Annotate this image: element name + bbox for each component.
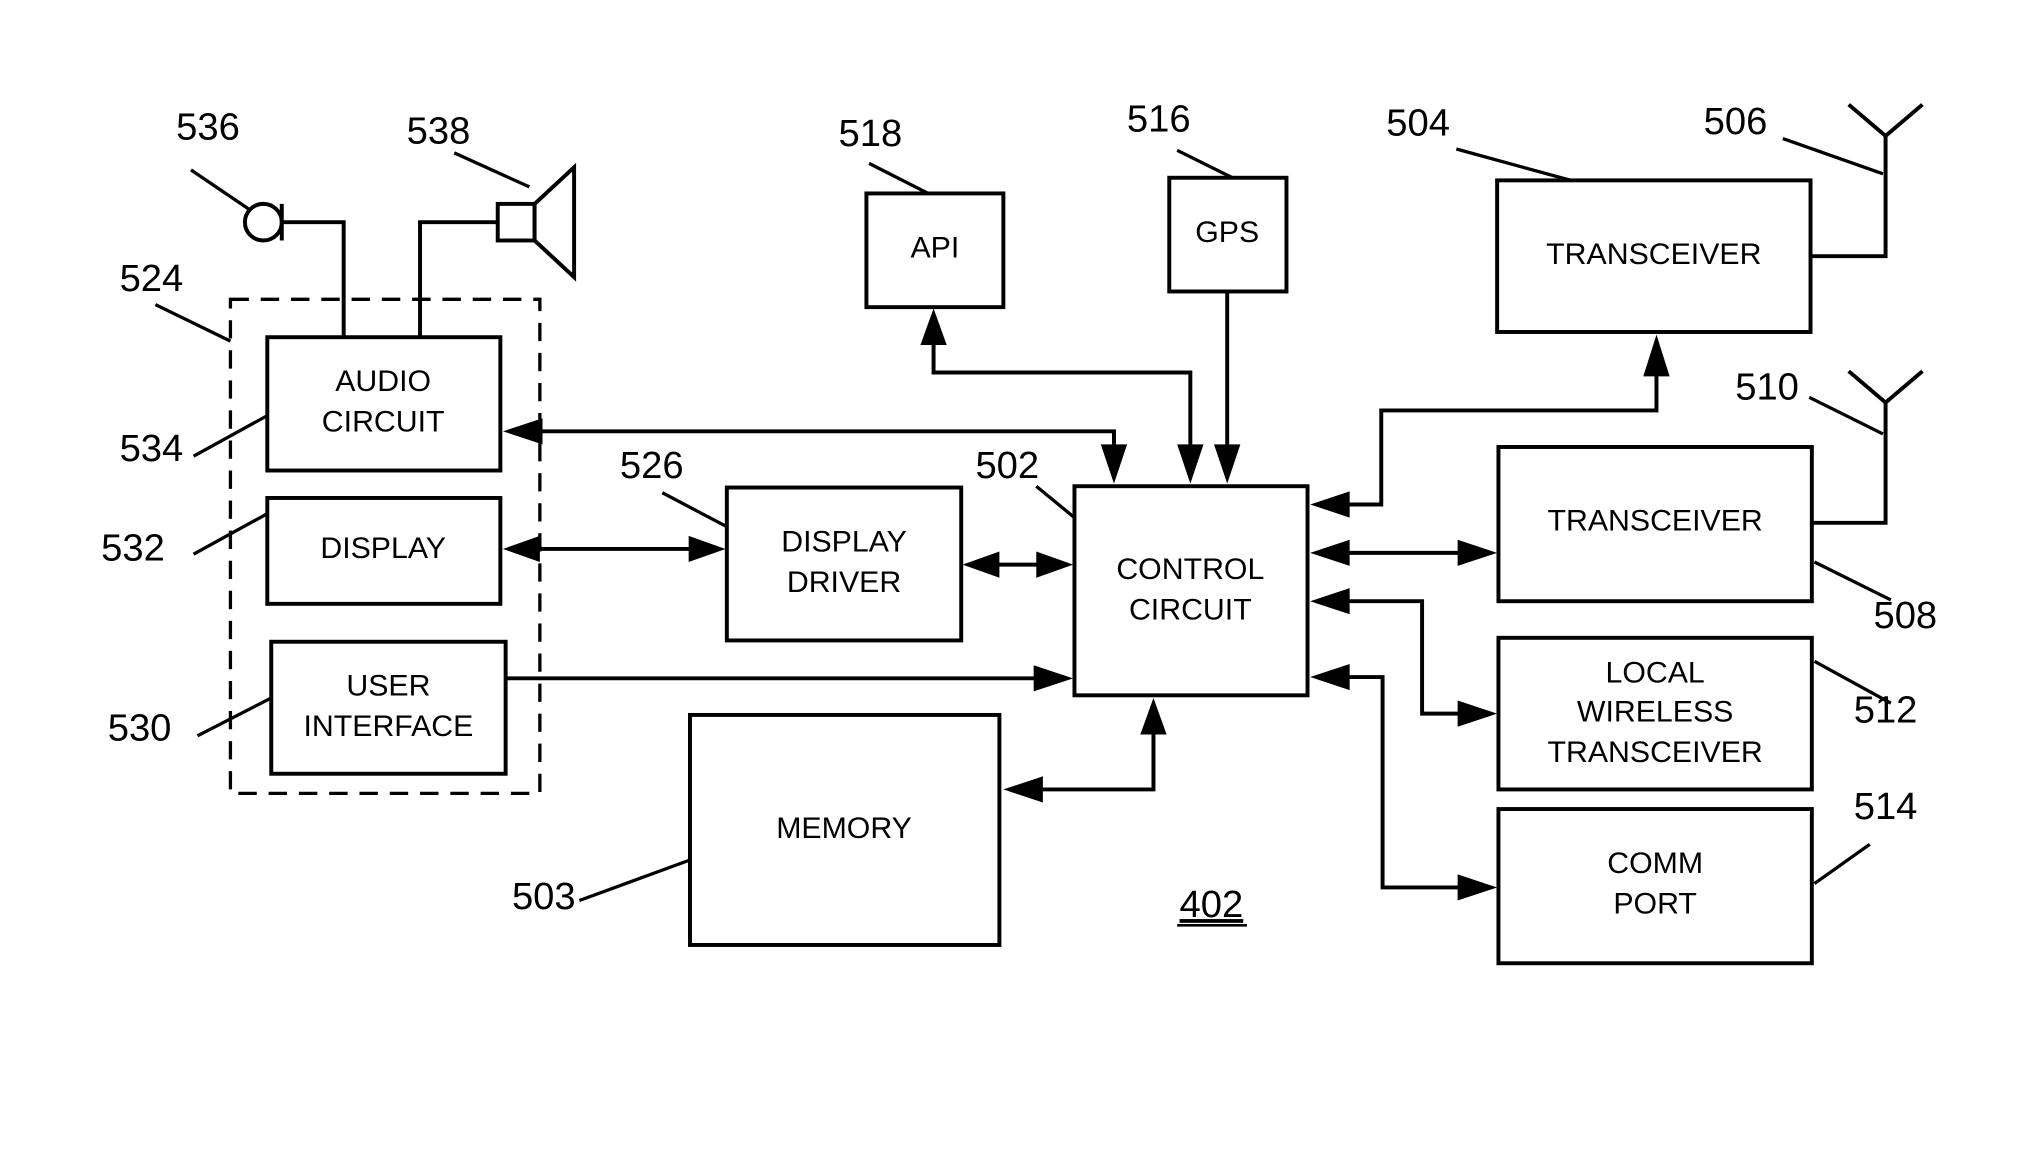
audio-circuit-label-2: CIRCUIT (322, 406, 445, 439)
figure-ref-402: 402 (1180, 884, 1244, 926)
local-wireless-label-3: TRANSCEIVER (1548, 736, 1763, 769)
ref-508: 508 (1873, 595, 1937, 637)
display-driver-label-2: DRIVER (787, 566, 901, 599)
transceiver-1-label: TRANSCEIVER (1546, 238, 1761, 271)
display-driver-block: DISPLAY DRIVER (724, 485, 964, 643)
ref-518: 518 (839, 113, 903, 155)
user-interface-block: USER INTERFACE (269, 639, 508, 776)
ref-510: 510 (1735, 367, 1799, 409)
ref-532: 532 (101, 527, 165, 569)
gps-label: GPS (1195, 216, 1259, 249)
ref-524: 524 (120, 258, 184, 300)
transceiver-1-block: TRANSCEIVER (1495, 178, 1813, 334)
display-driver-label-1: DISPLAY (781, 526, 907, 559)
ref-503: 503 (512, 876, 576, 918)
display-block: DISPLAY (265, 496, 503, 606)
api-block: API (864, 191, 1006, 310)
comm-port-label-2: PORT (1613, 888, 1697, 921)
ref-538: 538 (407, 110, 471, 152)
transceiver-2-label: TRANSCEIVER (1548, 505, 1763, 538)
user-interface-label-2: INTERFACE (304, 710, 474, 743)
comm-port-block: COMM PORT (1496, 807, 1814, 966)
local-wireless-label-1: LOCAL (1606, 656, 1705, 689)
ref-514: 514 (1854, 786, 1918, 828)
comm-port-label-1: COMM (1607, 847, 1703, 880)
ref-504: 504 (1386, 103, 1450, 145)
ref-516: 516 (1127, 99, 1191, 141)
control-circuit-label-2: CIRCUIT (1129, 594, 1252, 627)
local-wireless-label-2: WIRELESS (1577, 696, 1733, 729)
display-label: DISPLAY (320, 532, 446, 565)
user-interface-label-1: USER (346, 670, 430, 703)
control-circuit-block: CONTROL CIRCUIT (1072, 484, 1310, 698)
ref-536: 536 (176, 107, 240, 149)
ref-506: 506 (1704, 101, 1768, 143)
audio-circuit-block: AUDIO CIRCUIT (265, 335, 503, 473)
ref-530: 530 (108, 708, 172, 750)
ref-502: 502 (975, 445, 1039, 487)
ref-534: 534 (120, 428, 184, 470)
local-wireless-transceiver-block: LOCAL WIRELESS TRANSCEIVER (1496, 635, 1814, 792)
audio-circuit-label-1: AUDIO (335, 365, 431, 398)
ref-512: 512 (1854, 689, 1918, 731)
block-diagram: AUDIO CIRCUIT DISPLAY USER INTERFACE DIS… (0, 0, 2037, 1175)
ref-526: 526 (620, 445, 684, 487)
api-label: API (910, 232, 959, 265)
control-circuit-label-1: CONTROL (1116, 553, 1264, 586)
memory-label: MEMORY (776, 812, 912, 845)
gps-block: GPS (1167, 175, 1289, 294)
memory-block: MEMORY (687, 712, 1002, 947)
transceiver-2-block: TRANSCEIVER (1496, 445, 1814, 604)
